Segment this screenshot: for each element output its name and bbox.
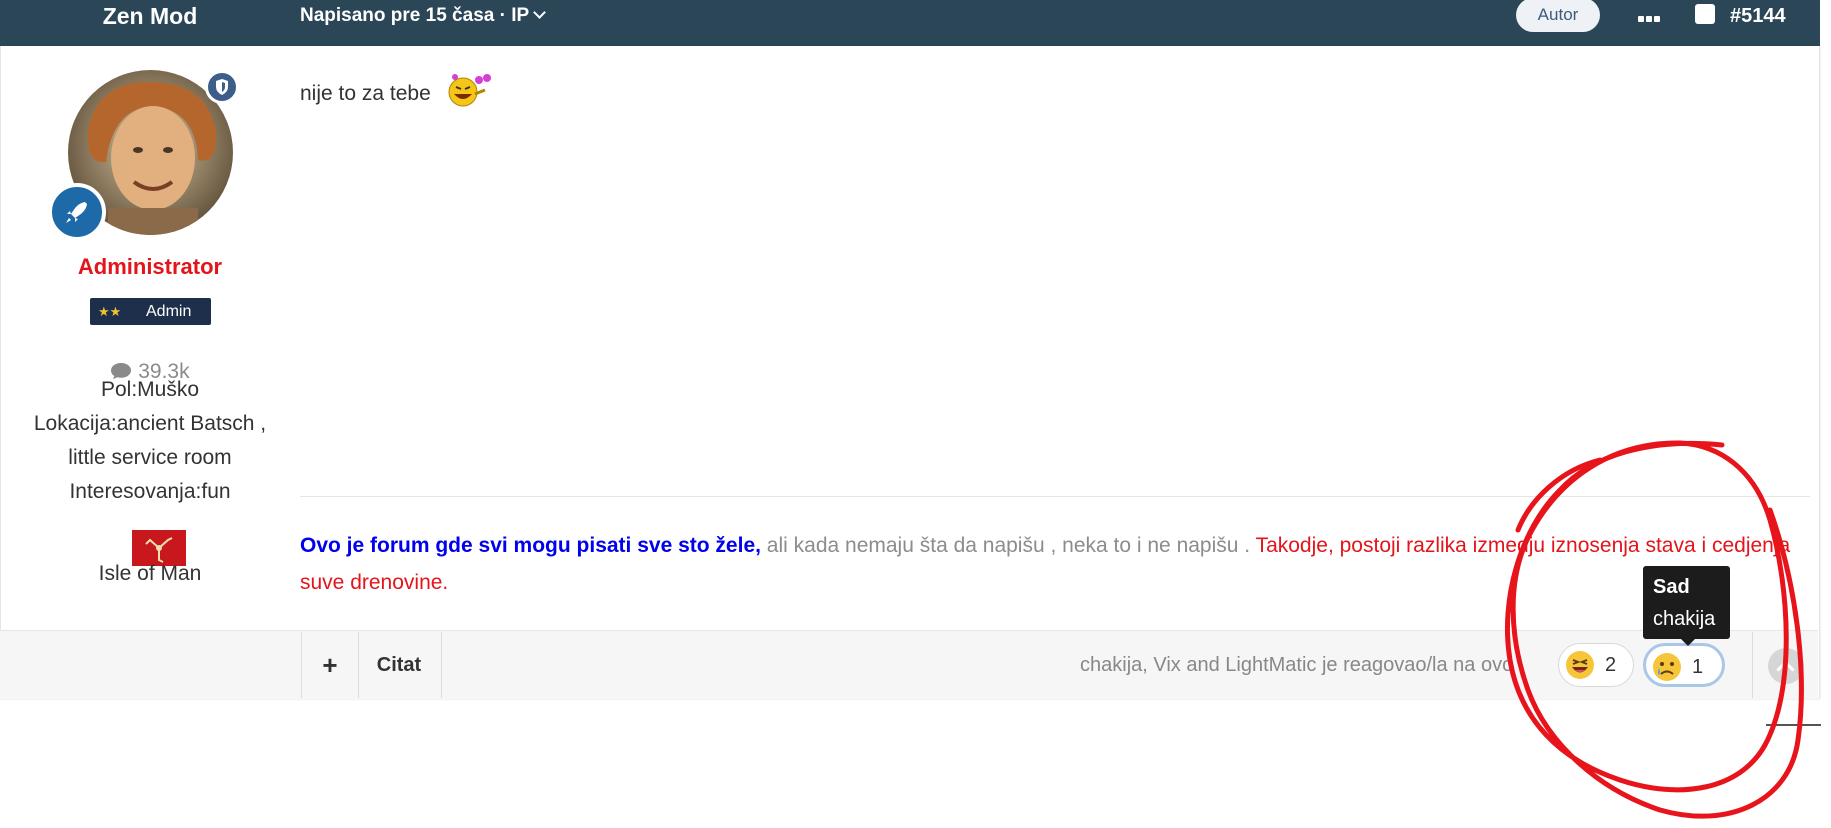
rank-badge: ★★ Admin (90, 298, 211, 325)
post-meta-dropdown[interactable]: Napisano pre 15 časa · IP (300, 0, 547, 32)
tooltip-title: Sad (1653, 576, 1690, 598)
more-options-icon[interactable] (1638, 9, 1666, 22)
divider-line (1766, 724, 1821, 726)
author-name[interactable]: Zen Mod (0, 0, 300, 32)
rank-label: Admin (146, 303, 192, 320)
profile-gender: Pol:Muško (100, 378, 200, 401)
reaction-sad-button[interactable]: 1 (1643, 643, 1725, 687)
scroll-top-icon[interactable] (1768, 648, 1804, 684)
sad-face-icon (1653, 653, 1681, 681)
reaction-tooltip: Sad chakija (1643, 566, 1730, 646)
profile-interests: Interesovanja:fun (69, 480, 231, 503)
signature-gray-text: ali kada nemaju šta da napišu , neka to … (760, 534, 1256, 557)
signature-blue-text: Ovo je forum gde svi mogu pisati sve sto… (300, 534, 761, 557)
post-body: nije to za tebe (300, 72, 495, 108)
reaction-laughing-button[interactable]: 2 (1558, 643, 1634, 687)
laughing-face-icon (1566, 651, 1594, 679)
post-number-link[interactable]: #5144 (1730, 0, 1786, 32)
post-meta-text: Napisano pre 15 časa · IP (300, 5, 530, 26)
author-badge: Autor (1516, 0, 1600, 32)
multiquote-add-button[interactable]: + (301, 632, 359, 698)
rank-stars-icon: ★★ (98, 304, 122, 319)
chevron-down-icon (533, 6, 547, 19)
footer-divider (1752, 632, 1753, 698)
reaction-laughing-count: 2 (1605, 654, 1617, 676)
post-text: nije to za tebe (300, 82, 431, 105)
tooltip-user: chakija (1653, 608, 1716, 630)
signature: Ovo je forum gde svi mogu pisati sve sto… (300, 527, 1800, 601)
rocket-badge-icon (48, 183, 106, 241)
profile-country: Isle of Man (98, 562, 202, 585)
quote-button[interactable]: Citat (357, 632, 442, 698)
post-header: Zen Mod Napisano pre 15 časa · IP Autor … (0, 0, 1820, 46)
shield-badge-icon (205, 70, 239, 104)
post-footer (0, 630, 1818, 699)
laughing-smiley-icon (448, 74, 491, 107)
select-checkbox[interactable] (1695, 4, 1715, 24)
user-role: Administrator (77, 254, 223, 279)
signature-divider (300, 496, 1810, 497)
reacted-users-link[interactable]: chakija, Vix and LightMatic je reagovao/… (1080, 632, 1513, 698)
profile-location-line1: Lokacija:ancient Batsch , (33, 412, 267, 435)
profile-location-line2: little service room (68, 446, 232, 469)
reaction-sad-count: 1 (1692, 656, 1704, 678)
